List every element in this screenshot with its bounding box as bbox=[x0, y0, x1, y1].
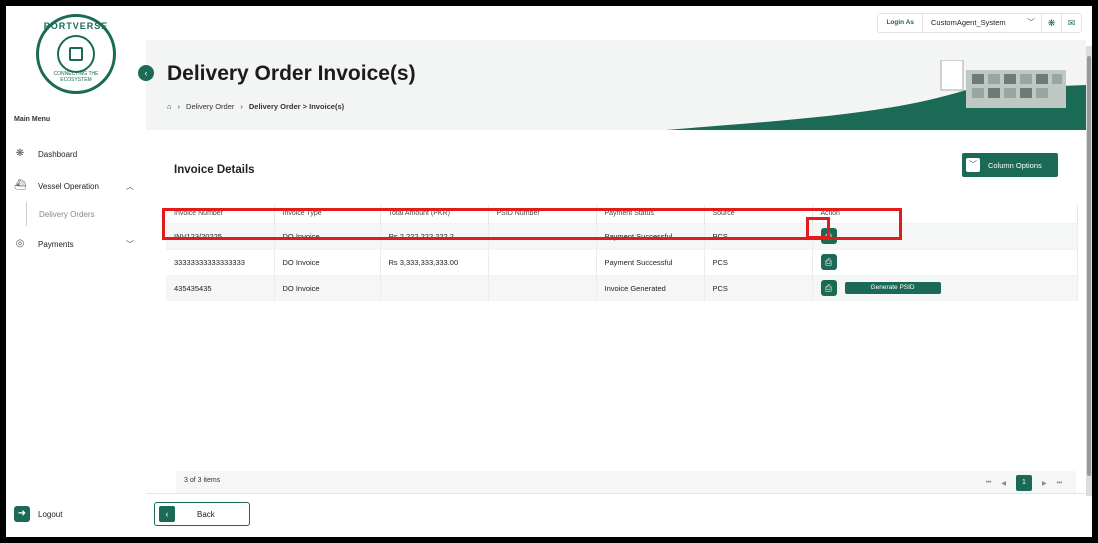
login-as-group: Login As CustomAgent_System ﹀ ❋ ✉ bbox=[877, 13, 1082, 33]
chevron-left-icon: ‹ bbox=[159, 506, 175, 522]
breadcrumb-current: Delivery Order > Invoice(s) bbox=[248, 102, 345, 111]
ship-icon: ⛴ bbox=[14, 180, 27, 191]
cell-invoice-type: DO Invoice bbox=[274, 248, 381, 275]
table-footer: 3 of 3 items ⏮ ◀ 1 ▶ ⏭ bbox=[176, 471, 1076, 493]
notification-icon[interactable]: ✉ bbox=[1061, 14, 1081, 32]
breadcrumb: ⌂ › Delivery Order › Delivery Order > In… bbox=[167, 102, 344, 111]
cell-payment-status: Payment Successful bbox=[596, 248, 705, 275]
portverse-logo: PORTVERSE CONNECTING THE ECOSYSTEM bbox=[36, 14, 116, 94]
cell-payment-status: Invoice Generated bbox=[596, 274, 705, 301]
app-frame: PORTVERSE CONNECTING THE ECOSYSTEM Main … bbox=[6, 6, 1092, 537]
first-page-icon[interactable]: ⏮ bbox=[986, 480, 991, 487]
logo-tagline: CONNECTING THE ECOSYSTEM bbox=[53, 71, 99, 83]
agent-name: CustomAgent_System bbox=[931, 18, 1006, 27]
logout-button[interactable]: ➜ Logout bbox=[14, 506, 62, 522]
back-button[interactable]: ‹ Back bbox=[154, 502, 250, 526]
next-page-icon[interactable]: ▶ bbox=[1042, 480, 1047, 487]
breadcrumb-delivery-order[interactable]: Delivery Order bbox=[186, 102, 234, 111]
highlight-annotation bbox=[162, 208, 902, 240]
sidebar-item-payments[interactable]: ◎ Payments ﹀ bbox=[14, 238, 138, 250]
print-icon[interactable]: ⎙ bbox=[820, 280, 837, 297]
chevron-down-icon: ﹀ bbox=[126, 239, 134, 249]
items-count: 3 of 3 items bbox=[184, 477, 221, 484]
home-icon[interactable]: ⌂ bbox=[167, 102, 172, 111]
bottom-bar: ‹ Back bbox=[146, 493, 1092, 537]
cell-invoice-number: 435435435 bbox=[166, 274, 275, 301]
sidebar-item-delivery-orders[interactable]: Delivery Orders bbox=[39, 210, 95, 219]
cell-psid-number bbox=[488, 274, 597, 301]
top-bar: Login As CustomAgent_System ﹀ ❋ ✉ bbox=[146, 6, 1092, 40]
page-scrollbar[interactable] bbox=[1086, 46, 1092, 496]
table-row: 435435435 DO Invoice Invoice Generated P… bbox=[166, 274, 1078, 301]
main-menu-label: Main Menu bbox=[14, 116, 51, 123]
column-options-button[interactable]: ﹀ Column Options bbox=[962, 153, 1058, 177]
cell-action: ⎙ Generate PSID bbox=[812, 274, 1078, 301]
cell-invoice-number: 33333333333333333 bbox=[166, 248, 275, 275]
dashboard-icon: ❋ bbox=[15, 148, 25, 159]
table-row: 33333333333333333 DO Invoice Rs 3,333,33… bbox=[166, 248, 1078, 275]
column-options-label: Column Options bbox=[988, 160, 1042, 170]
sidebar-item-label: Vessel Operation bbox=[38, 181, 99, 191]
cell-invoice-type: DO Invoice bbox=[274, 274, 381, 301]
card-title: Invoice Details bbox=[174, 164, 255, 176]
page-title: Delivery Order Invoice(s) bbox=[167, 62, 416, 85]
pagination: ⏮ ◀ 1 ▶ ⏭ bbox=[986, 475, 1062, 491]
invoice-details-card: Invoice Details ﹀ Column Options Invoice… bbox=[158, 133, 1078, 493]
chevron-down-icon: ﹀ bbox=[1027, 18, 1035, 27]
submenu-line bbox=[26, 202, 27, 226]
chevron-down-icon: ﹀ bbox=[966, 158, 980, 172]
print-icon[interactable]: ⎙ bbox=[820, 254, 837, 270]
login-as-label: Login As bbox=[878, 14, 923, 32]
sidebar: PORTVERSE CONNECTING THE ECOSYSTEM Main … bbox=[6, 6, 146, 537]
ship-illustration bbox=[666, 60, 1086, 130]
payments-icon: ◎ bbox=[15, 238, 25, 249]
breadcrumb-separator-icon: › bbox=[177, 102, 181, 111]
cell-source: PCS bbox=[704, 274, 813, 301]
ship-icon bbox=[57, 35, 95, 73]
prev-page-icon[interactable]: ◀ bbox=[1001, 480, 1006, 487]
current-page[interactable]: 1 bbox=[1015, 475, 1032, 491]
agent-select[interactable]: CustomAgent_System ﹀ bbox=[923, 14, 1041, 32]
cell-action: ⎙ bbox=[812, 248, 1078, 275]
sidebar-item-label: Dashboard bbox=[38, 149, 78, 159]
scrollbar-thumb[interactable] bbox=[1087, 56, 1091, 476]
logo-wordmark: PORTVERSE bbox=[43, 21, 109, 31]
settings-icon[interactable]: ❋ bbox=[1041, 14, 1061, 32]
cell-total-amount: Rs 3,333,333,333.00 bbox=[380, 248, 489, 275]
logout-icon: ➜ bbox=[14, 506, 30, 522]
sidebar-item-dashboard[interactable]: ❋ Dashboard bbox=[14, 148, 138, 160]
chevron-up-icon: ︿ bbox=[126, 181, 134, 191]
cell-total-amount bbox=[380, 274, 489, 301]
sidebar-item-vessel-operation[interactable]: ⛴ Vessel Operation ︿ bbox=[14, 180, 138, 192]
last-page-icon[interactable]: ⏭ bbox=[1057, 480, 1062, 487]
generate-psid-button[interactable]: Generate PSID bbox=[844, 282, 941, 295]
sidebar-item-label: Payments bbox=[38, 239, 74, 249]
collapse-sidebar-button[interactable]: ‹ bbox=[138, 65, 154, 81]
back-label: Back bbox=[197, 509, 215, 519]
cell-source: PCS bbox=[704, 248, 813, 275]
breadcrumb-separator-icon: › bbox=[240, 102, 243, 111]
cell-psid-number bbox=[488, 248, 597, 275]
logout-label: Logout bbox=[38, 509, 63, 519]
highlight-annotation-print bbox=[806, 217, 830, 239]
